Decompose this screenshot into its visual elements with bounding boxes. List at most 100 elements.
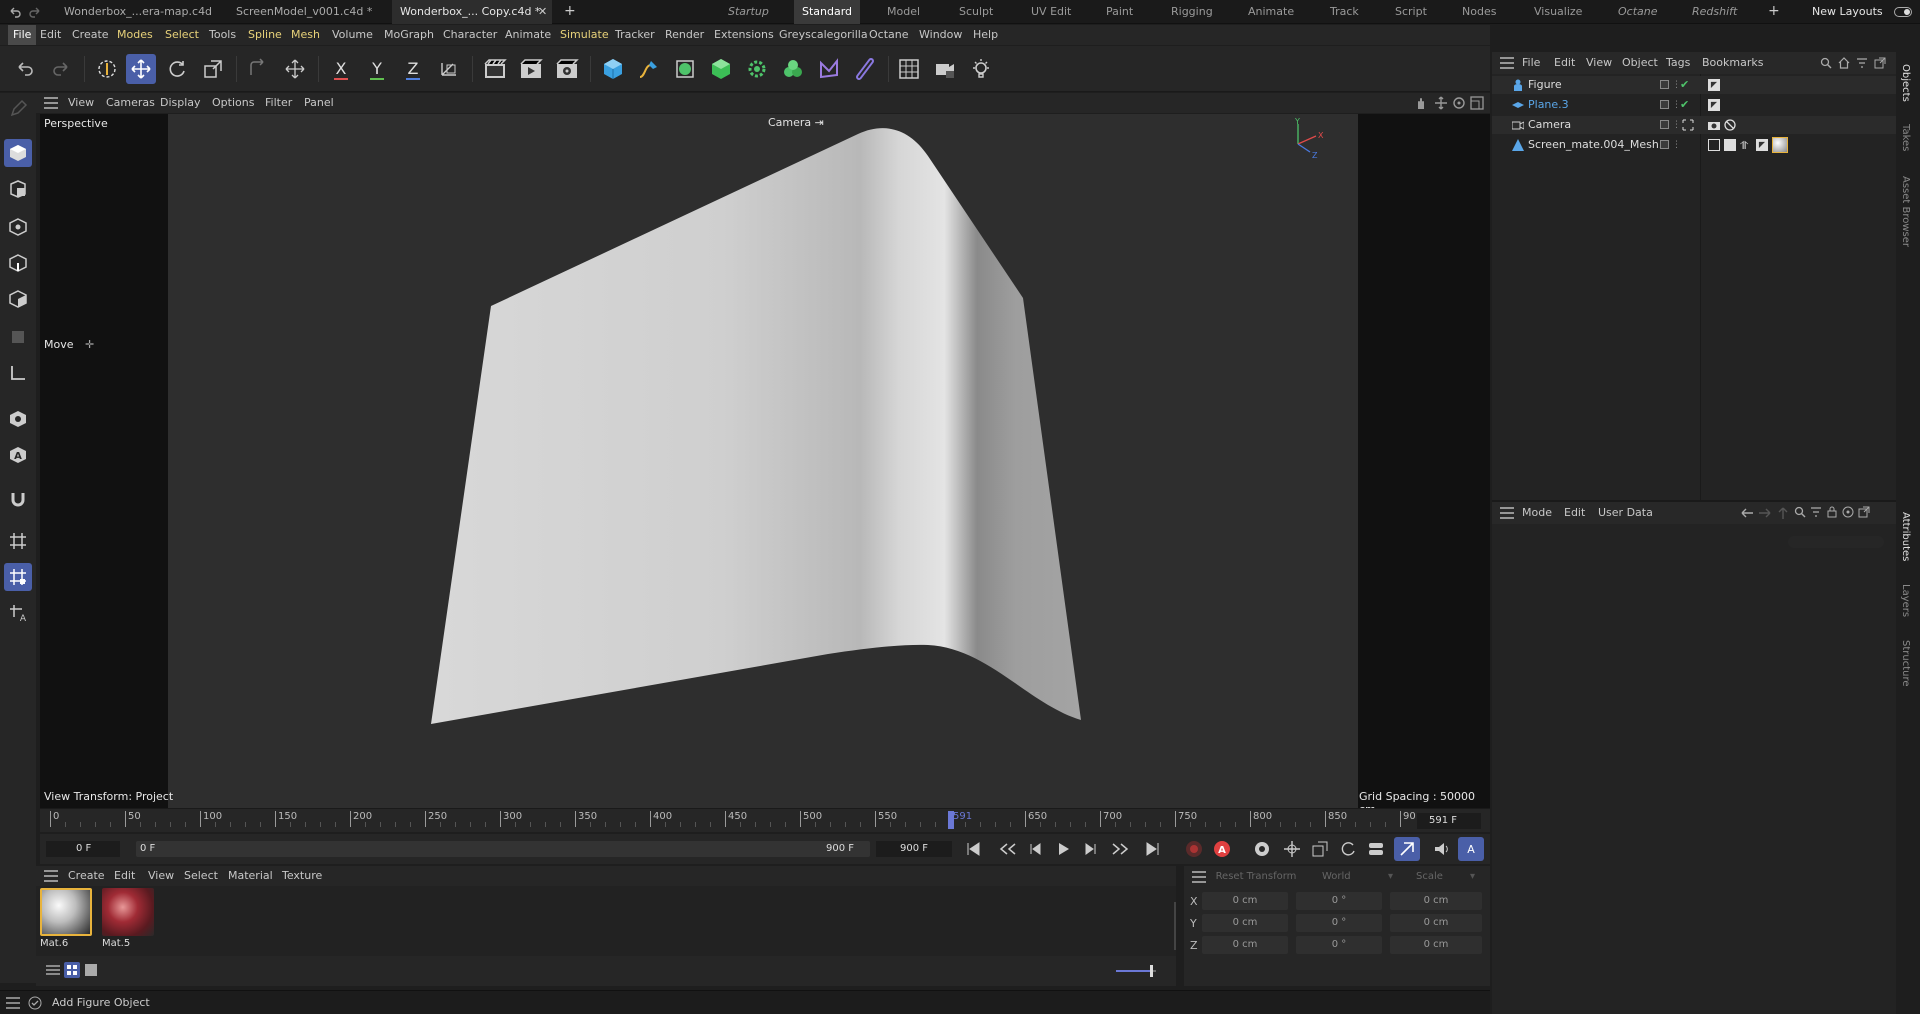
menu-tracker[interactable]: Tracker bbox=[615, 25, 655, 45]
normal-tag-icon[interactable]: ⥣ bbox=[1740, 137, 1748, 155]
menu-window[interactable]: Window bbox=[919, 25, 962, 45]
viewport-menu-display[interactable]: Display bbox=[160, 93, 201, 113]
material-tag-icon[interactable] bbox=[1772, 137, 1788, 153]
start-frame-field[interactable]: 0 F bbox=[46, 841, 120, 857]
menu-mograph[interactable]: MoGraph bbox=[384, 25, 434, 45]
render-view-icon[interactable] bbox=[480, 54, 510, 84]
key-parameter-icon[interactable] bbox=[1366, 839, 1386, 859]
field-icon[interactable] bbox=[850, 54, 880, 84]
move-view-icon[interactable] bbox=[1434, 96, 1448, 110]
tag-icon[interactable]: ◤ bbox=[1708, 79, 1720, 91]
maximize-view-icon[interactable] bbox=[1470, 96, 1484, 110]
perspective-viewport[interactable]: Camera ⇥ Y X Z Perspective Move ✛ View T… bbox=[40, 114, 1490, 816]
new-layouts-button[interactable]: New Layouts bbox=[1812, 0, 1883, 24]
rotation-x-field[interactable]: 0 ° bbox=[1296, 892, 1382, 910]
key-rotation-icon[interactable] bbox=[1338, 839, 1358, 859]
menu-file[interactable]: File bbox=[8, 25, 37, 45]
protection-tag-icon[interactable] bbox=[1724, 119, 1736, 131]
cube-icon[interactable] bbox=[598, 54, 628, 84]
add-layout-icon[interactable]: + bbox=[1768, 3, 1780, 19]
next-key-icon[interactable] bbox=[1110, 840, 1130, 858]
end-frame-field[interactable]: 900 F bbox=[876, 841, 952, 857]
material-menu-select[interactable]: Select bbox=[184, 866, 218, 886]
rotation-z-field[interactable]: 0 ° bbox=[1296, 936, 1382, 954]
animation-mode-button[interactable]: A bbox=[1458, 837, 1484, 861]
polygons-mode-icon[interactable] bbox=[4, 285, 32, 313]
workplane-grid-icon[interactable] bbox=[4, 527, 32, 555]
menu-create[interactable]: Create bbox=[72, 25, 109, 45]
move-tool-button[interactable] bbox=[126, 54, 156, 84]
object-coordinate-button[interactable] bbox=[434, 54, 464, 84]
search-icon[interactable] bbox=[1820, 57, 1832, 69]
layout-tab-animate[interactable]: Animate bbox=[1248, 0, 1294, 24]
pencil-icon[interactable] bbox=[4, 95, 32, 123]
position-x-field[interactable]: 0 cm bbox=[1202, 892, 1288, 910]
attribute-new-window-icon[interactable] bbox=[1858, 506, 1870, 518]
layout-tab-visualize[interactable]: Visualize bbox=[1534, 0, 1582, 24]
layout-tab-paint[interactable]: Paint bbox=[1106, 0, 1133, 24]
toggle-icon[interactable] bbox=[1894, 7, 1912, 17]
object-menu-file[interactable]: File bbox=[1522, 53, 1540, 73]
menu-mesh[interactable]: Mesh bbox=[291, 25, 320, 45]
menu-select[interactable]: Select bbox=[165, 25, 199, 45]
snap-magnet-icon[interactable] bbox=[4, 485, 32, 513]
z-axis-lock-button[interactable]: Z bbox=[398, 54, 428, 84]
camera-icon[interactable] bbox=[930, 54, 960, 84]
previous-key-icon[interactable] bbox=[998, 840, 1018, 858]
undo-button[interactable] bbox=[10, 54, 40, 84]
texture-mode-icon[interactable]: A bbox=[4, 441, 32, 469]
menu-tools[interactable]: Tools bbox=[209, 25, 236, 45]
tweak-mode-icon[interactable] bbox=[4, 405, 32, 433]
pen-spline-icon[interactable] bbox=[634, 54, 664, 84]
material-scrollbar[interactable] bbox=[1174, 902, 1176, 950]
redo-button[interactable] bbox=[46, 54, 76, 84]
model-mode-button[interactable] bbox=[4, 139, 32, 167]
uvw-tag-icon[interactable] bbox=[1708, 139, 1720, 151]
menu-character[interactable]: Character bbox=[443, 25, 497, 45]
material-menu-view[interactable]: View bbox=[148, 866, 174, 886]
attribute-search-field[interactable] bbox=[1788, 536, 1884, 548]
cloner-icon[interactable] bbox=[742, 54, 772, 84]
material-item[interactable]: Mat.5 bbox=[102, 888, 158, 952]
coordinate-system-button[interactable] bbox=[280, 54, 310, 84]
x-axis-lock-button[interactable]: X bbox=[326, 54, 356, 84]
close-icon[interactable]: ✕ bbox=[538, 0, 547, 24]
subdivision-surface-icon[interactable] bbox=[670, 54, 700, 84]
rotation-y-field[interactable]: 0 ° bbox=[1296, 914, 1382, 932]
material-item[interactable]: Mat.6 bbox=[40, 888, 96, 952]
menu-modes[interactable]: Modes bbox=[117, 25, 153, 45]
material-menu-texture[interactable]: Texture bbox=[282, 866, 322, 886]
range-slider[interactable]: 0 F 900 F bbox=[136, 841, 870, 857]
layout-tab-track[interactable]: Track bbox=[1330, 0, 1359, 24]
next-frame-icon[interactable] bbox=[1082, 840, 1100, 858]
edges-mode-icon[interactable] bbox=[4, 249, 32, 277]
layout-tab-sculpt[interactable]: Sculpt bbox=[959, 0, 993, 24]
autokey-icon[interactable]: A bbox=[1212, 839, 1232, 859]
timeline-ruler[interactable]: 0 50 100 150 200 250 300 350 400 450 500 550 591 650 7… bbox=[40, 808, 1490, 832]
undo-icon[interactable] bbox=[8, 5, 22, 19]
attribute-menu-user-data[interactable]: User Data bbox=[1598, 503, 1653, 523]
object-row-camera[interactable]: Camera ⋮ bbox=[1492, 116, 1896, 134]
menu-render[interactable]: Render bbox=[665, 25, 704, 45]
render-settings-icon[interactable] bbox=[552, 54, 582, 84]
curved-plane-mesh[interactable] bbox=[168, 114, 1358, 808]
live-selection-button[interactable] bbox=[92, 54, 122, 84]
object-hamburger-icon[interactable] bbox=[1500, 57, 1514, 69]
new-window-icon[interactable] bbox=[1874, 57, 1886, 69]
layer-icon[interactable] bbox=[1660, 80, 1669, 89]
tag-icon[interactable]: ◤ bbox=[1708, 99, 1720, 111]
viewport-menu-cameras[interactable]: Cameras bbox=[106, 93, 155, 113]
menu-octane[interactable]: Octane bbox=[869, 25, 909, 45]
side-tab-objects[interactable]: Objects bbox=[1900, 64, 1911, 102]
current-frame-field[interactable]: 591 F bbox=[1417, 813, 1481, 829]
layout-tab-redshift[interactable]: Redshift bbox=[1692, 0, 1737, 24]
menu-simulate[interactable]: Simulate bbox=[560, 25, 609, 45]
attribute-filter-icon[interactable] bbox=[1810, 506, 1822, 518]
points-mode-icon[interactable] bbox=[4, 213, 32, 241]
list-view-icon[interactable] bbox=[46, 964, 60, 976]
viewport-menu-panel[interactable]: Panel bbox=[304, 93, 334, 113]
scale-x-field[interactable]: 0 cm bbox=[1390, 892, 1482, 910]
add-tab-icon[interactable]: + bbox=[564, 3, 576, 19]
record-icon[interactable] bbox=[1184, 839, 1204, 859]
target-icon[interactable] bbox=[1842, 506, 1854, 518]
